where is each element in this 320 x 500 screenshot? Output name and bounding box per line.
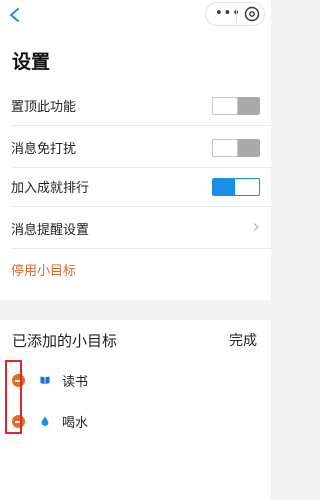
highlight-box: [5, 360, 22, 434]
goals-section: 已添加的小目标 完成 读书 喝水: [0, 320, 271, 500]
setting-row-disable-goal[interactable]: 停用小目标: [0, 250, 271, 290]
goal-item-reading: 读书: [0, 361, 271, 401]
mini-program-capsule: •••: [205, 2, 265, 26]
goal-item-water: 喝水: [0, 402, 271, 442]
pin-toggle[interactable]: [212, 97, 260, 115]
target-icon[interactable]: [244, 6, 260, 22]
divider: [11, 125, 271, 126]
disable-goal-button[interactable]: 停用小目标: [11, 260, 76, 279]
goals-section-title: 已添加的小目标: [12, 332, 118, 350]
water-drop-icon: [41, 416, 49, 426]
book-icon: [40, 376, 50, 384]
toggle-knob: [234, 178, 260, 196]
capsule-divider: [236, 8, 237, 22]
divider: [11, 206, 271, 207]
goal-label: 读书: [62, 375, 89, 390]
setting-row-mute: 消息免打扰: [0, 128, 271, 168]
page-title: 设置: [12, 51, 51, 73]
chevron-left-icon[interactable]: [8, 8, 22, 22]
divider: [11, 248, 271, 249]
setting-label: 置顶此功能: [11, 100, 77, 115]
goal-label: 喝水: [62, 416, 89, 431]
toggle-knob: [212, 139, 238, 157]
setting-row-reminder[interactable]: 消息提醒设置: [0, 209, 271, 249]
setting-label: 消息免打扰: [11, 142, 77, 157]
setting-row-ranking: 加入成就排行: [0, 167, 271, 207]
chevron-right-icon: [253, 223, 259, 231]
setting-row-pin: 置顶此功能: [0, 86, 271, 126]
more-button[interactable]: •••: [215, 7, 241, 21]
mute-toggle[interactable]: [212, 139, 260, 157]
setting-label: 消息提醒设置: [11, 223, 90, 238]
done-button[interactable]: 完成: [229, 330, 257, 350]
ranking-toggle[interactable]: [212, 178, 260, 196]
settings-panel: ••• 设置 置顶此功能 消息免打扰 加入成就排行 消息提醒设置 停用小目标: [0, 0, 271, 300]
setting-label: 加入成就排行: [11, 181, 90, 196]
toggle-knob: [212, 97, 238, 115]
